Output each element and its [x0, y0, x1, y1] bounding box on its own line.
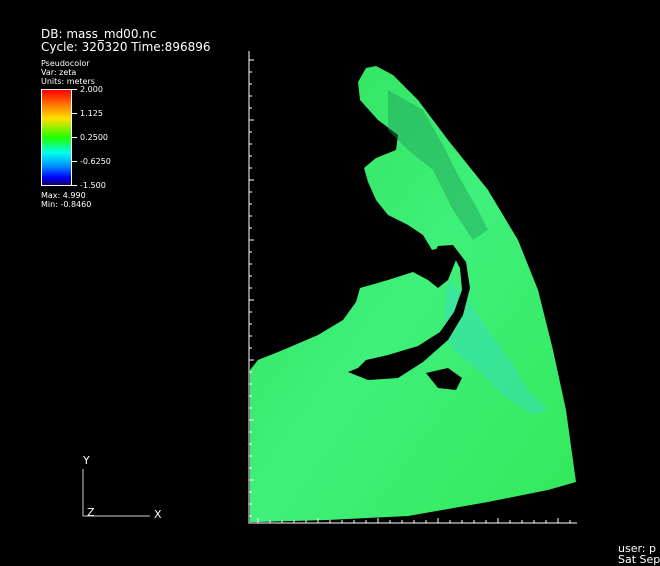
y-axis-label: Y — [82, 454, 90, 467]
legend-tick-mark — [72, 89, 77, 90]
legend-tick-label: -1.500 — [80, 181, 106, 190]
legend-color-bar — [41, 89, 72, 186]
axis-triad: Y Z X — [82, 454, 162, 521]
legend-min: Min: -0.8460 — [41, 200, 92, 209]
legend-tick-label: 2.000 — [80, 85, 103, 94]
legend-tick-label: -0.6250 — [80, 157, 111, 166]
legend-max: Max: 4.990 — [41, 191, 86, 200]
z-axis-label: Z — [87, 506, 95, 519]
legend-tick-mark — [72, 161, 77, 162]
legend-tick-mark — [72, 113, 77, 114]
user-info: user: p Sat Sep — [618, 543, 660, 565]
pseudocolor-plot[interactable] — [248, 50, 578, 524]
x-axis-label: X — [154, 508, 162, 521]
legend-tick-label: 1.125 — [80, 109, 103, 118]
legend-tick-mark — [72, 137, 77, 138]
legend-plot-type: Pseudocolor — [41, 59, 90, 68]
cycle-time-label: Cycle: 320320 Time:896896 — [41, 40, 211, 54]
legend-tick-label: 0.2500 — [80, 133, 108, 142]
date-line: Sat Sep — [618, 553, 660, 566]
legend-tick-mark — [72, 185, 77, 186]
legend-var: Var: zeta — [41, 68, 77, 77]
